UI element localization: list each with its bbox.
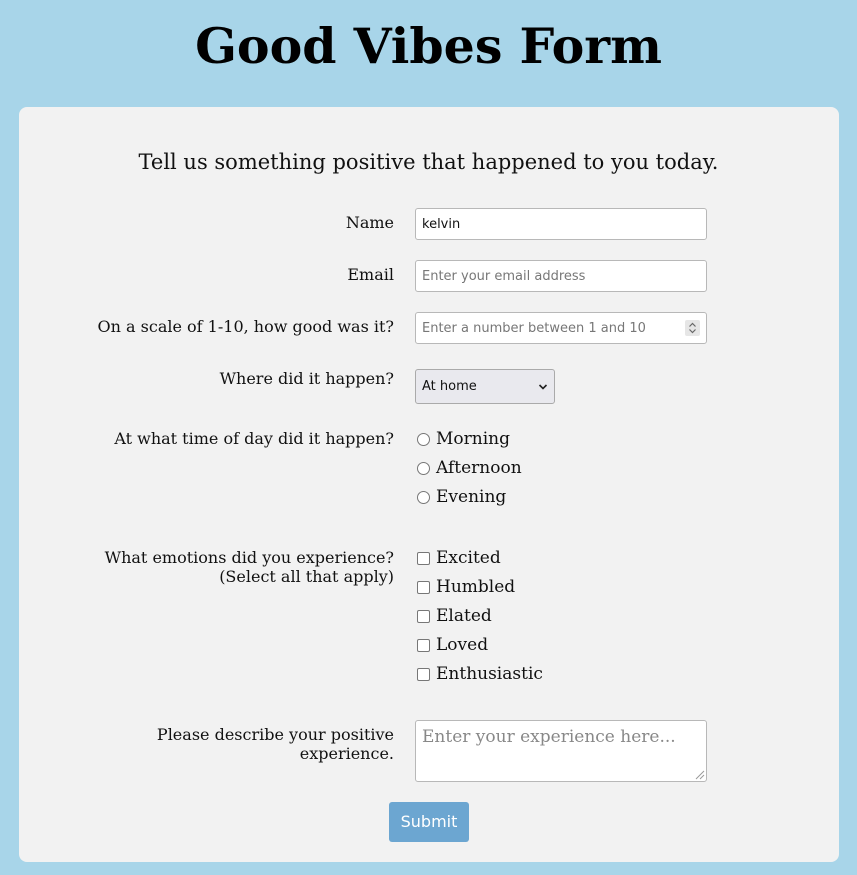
email-input[interactable]: [415, 260, 707, 292]
submit-button[interactable]: Submit: [389, 802, 469, 842]
checkbox-option-excited[interactable]: Excited: [417, 548, 501, 568]
radio-option-morning[interactable]: Morning: [417, 429, 510, 449]
spinner-arrows-icon: [689, 322, 696, 334]
description-label: Please describe your positive experience…: [157, 725, 394, 763]
checkbox[interactable]: [417, 638, 430, 652]
radio-option-afternoon[interactable]: Afternoon: [417, 458, 522, 478]
radio-button[interactable]: [417, 461, 430, 475]
checkbox-label: Humbled: [436, 577, 516, 597]
radio-option-evening[interactable]: Evening: [417, 487, 506, 507]
emotions-label-line2: (Select all that apply): [219, 567, 394, 586]
checkbox[interactable]: [417, 609, 430, 623]
radio-button[interactable]: [417, 432, 430, 446]
time-of-day-label: At what time of day did it happen?: [114, 429, 394, 448]
scale-input[interactable]: [416, 313, 676, 343]
scale-label: On a scale of 1-10, how good was it?: [97, 317, 394, 336]
location-selected-value: At home: [422, 379, 477, 394]
checkbox-label: Excited: [436, 548, 501, 568]
checkbox-label: Loved: [436, 635, 489, 655]
checkbox-option-loved[interactable]: Loved: [417, 635, 488, 655]
form-subtitle: Tell us something positive that happened…: [138, 150, 719, 174]
checkbox-label: Enthusiastic: [436, 664, 543, 684]
name-input[interactable]: [415, 208, 707, 240]
checkbox-option-humbled[interactable]: Humbled: [417, 577, 515, 597]
page-title: Good Vibes Form: [195, 17, 662, 75]
checkbox-label: Elated: [436, 606, 492, 626]
location-label: Where did it happen?: [219, 369, 394, 388]
resize-grip-icon[interactable]: [693, 768, 705, 780]
chevron-down-icon: [538, 381, 548, 396]
name-label: Name: [345, 213, 394, 232]
description-label-line2: experience.: [299, 744, 394, 763]
number-spinner[interactable]: [685, 320, 700, 336]
radio-label: Afternoon: [436, 458, 522, 478]
scale-number-field[interactable]: [415, 312, 707, 344]
checkbox[interactable]: [417, 551, 430, 565]
radio-button[interactable]: [417, 490, 430, 504]
emotions-label: What emotions did you experience? (Selec…: [105, 548, 394, 586]
email-label: Email: [347, 265, 394, 284]
description-textarea[interactable]: [415, 720, 707, 782]
checkbox-option-enthusiastic[interactable]: Enthusiastic: [417, 664, 543, 684]
checkbox[interactable]: [417, 580, 430, 594]
checkbox[interactable]: [417, 667, 430, 681]
location-select[interactable]: At home: [415, 369, 555, 404]
radio-label: Morning: [436, 429, 510, 449]
emotions-label-line1: What emotions did you experience?: [104, 548, 394, 567]
radio-label: Evening: [436, 487, 507, 507]
description-label-line1: Please describe your positive: [156, 725, 394, 744]
checkbox-option-elated[interactable]: Elated: [417, 606, 492, 626]
